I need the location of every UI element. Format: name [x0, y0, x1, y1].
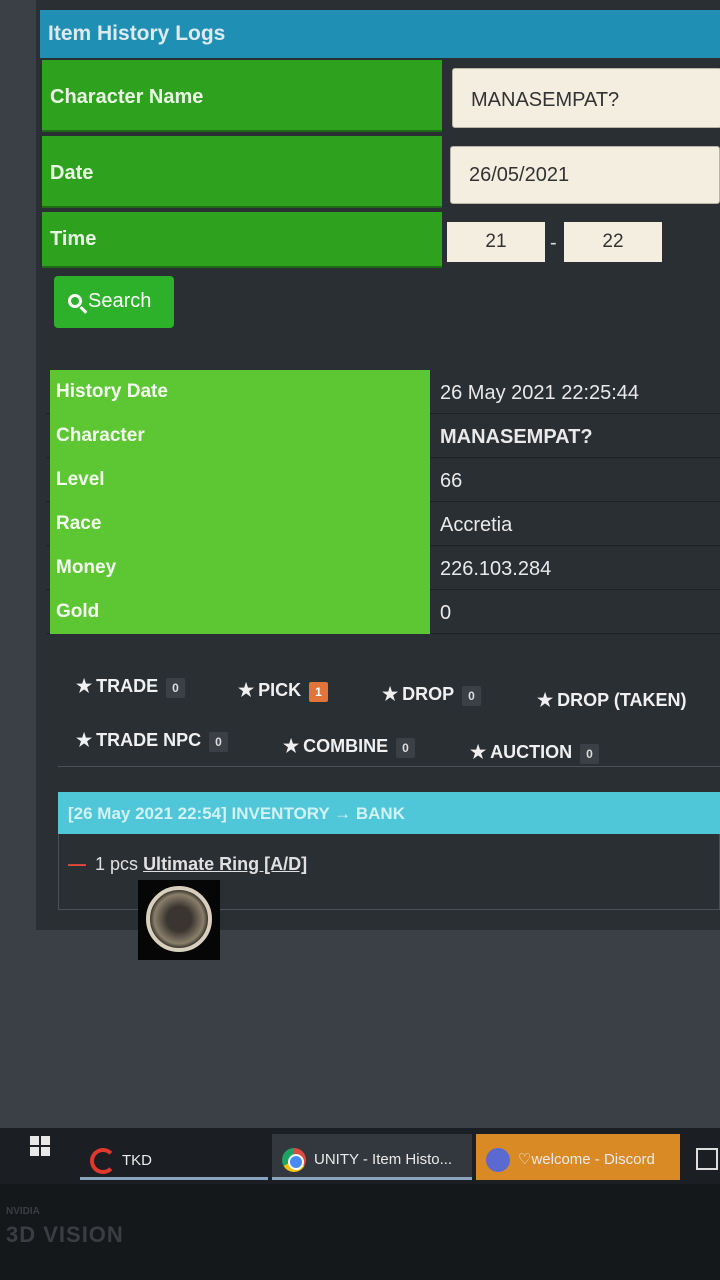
log-item-line: — 1 pcs Ultimate Ring [A/D]: [68, 854, 307, 875]
tab-auction[interactable]: ★ AUCTION 0: [470, 742, 599, 764]
star-icon: ★: [238, 680, 255, 700]
info-row-level: Level 66: [46, 458, 720, 502]
discord-icon: [486, 1148, 510, 1172]
tab-count-badge: 1: [309, 682, 328, 702]
info-label: Money: [50, 546, 430, 590]
taskbar-item-extra[interactable]: [686, 1134, 720, 1180]
log-entry-header: [26 May 2021 22:54] INVENTORY → BANK: [58, 792, 720, 834]
tab-combine[interactable]: ★ COMBINE 0: [283, 736, 415, 758]
tab-count-badge: 0: [580, 744, 599, 764]
info-row-history-date: History Date 26 May 2021 22:25:44: [46, 370, 720, 414]
tab-label: COMBINE: [303, 736, 389, 756]
page-title: Item History Logs: [40, 10, 720, 58]
taskbar-item-chrome[interactable]: UNITY - Item Histo...: [272, 1134, 472, 1180]
info-label: Character: [50, 414, 430, 458]
star-icon: ★: [382, 684, 399, 704]
taskbar-item-label: ♡welcome - Discord: [518, 1150, 655, 1168]
search-icon: [68, 294, 82, 308]
tab-label: AUCTION: [490, 742, 573, 762]
info-value: 0: [440, 602, 452, 624]
info-label: Gold: [50, 590, 430, 634]
info-row-character: Character MANASEMPAT?: [46, 414, 720, 458]
character-name-input[interactable]: MANASEMPAT?: [452, 68, 720, 128]
character-name-label: Character Name: [42, 60, 442, 132]
nvidia-logo: NVIDIA: [6, 1206, 40, 1217]
divider: [58, 766, 720, 767]
tab-drop-taken[interactable]: ★ DROP (TAKEN): [537, 690, 686, 711]
star-icon: ★: [76, 676, 93, 696]
taskbar-item-tkd[interactable]: TKD: [80, 1134, 268, 1180]
star-icon: ★: [537, 690, 554, 710]
info-value: 26 May 2021 22:25:44: [440, 382, 640, 404]
3d-vision-logo: 3D VISION: [6, 1222, 124, 1247]
info-table: History Date 26 May 2021 22:25:44 Charac…: [46, 370, 720, 634]
info-row-gold: Gold 0: [46, 590, 720, 634]
tab-label: PICK: [258, 680, 302, 700]
info-label: Race: [50, 502, 430, 546]
taskbar-item-discord[interactable]: ♡welcome - Discord: [476, 1134, 680, 1180]
chrome-icon: [282, 1148, 306, 1172]
ring-item-icon: [138, 880, 220, 960]
tab-count-badge: 0: [209, 732, 228, 752]
ring-image: [146, 886, 212, 952]
info-value: Accretia: [440, 514, 513, 536]
taskbar-item-label: TKD: [122, 1151, 152, 1169]
info-row-race: Race Accretia: [46, 502, 720, 546]
star-icon: ★: [76, 730, 93, 750]
tab-label: DROP: [402, 684, 455, 704]
info-value: 66: [440, 470, 463, 492]
time-from-input[interactable]: 21: [447, 222, 545, 262]
minus-icon: —: [68, 854, 86, 874]
date-label: Date: [42, 136, 442, 208]
tab-count-badge: 0: [462, 686, 481, 706]
time-separator: -: [550, 232, 557, 254]
tab-trade[interactable]: ★ TRADE 0: [76, 676, 185, 698]
search-button-label: Search: [88, 290, 152, 312]
search-button[interactable]: Search: [54, 276, 174, 328]
info-value: MANASEMPAT?: [440, 426, 593, 448]
info-value: 226.103.284: [440, 558, 552, 580]
app-icon: [696, 1148, 718, 1170]
info-row-money: Money 226.103.284: [46, 546, 720, 590]
tab-count-badge: 0: [166, 678, 185, 698]
tab-pick[interactable]: ★ PICK 1: [238, 680, 328, 702]
info-label: Level: [50, 458, 430, 502]
info-label: History Date: [50, 370, 430, 414]
star-icon: ★: [470, 742, 487, 762]
taskbar-item-label: UNITY - Item Histo...: [314, 1150, 453, 1168]
star-icon: ★: [283, 736, 300, 756]
tkd-icon: [90, 1148, 116, 1174]
tab-label: TRADE: [96, 676, 159, 696]
time-to-input[interactable]: 22: [564, 222, 662, 262]
tab-trade-npc[interactable]: ★ TRADE NPC 0: [76, 730, 228, 752]
windows-start-icon[interactable]: [30, 1136, 50, 1156]
date-input[interactable]: 26/05/2021: [450, 146, 720, 204]
time-label: Time: [42, 212, 442, 268]
tab-count-badge: 0: [396, 738, 415, 758]
item-link[interactable]: Ultimate Ring [A/D]: [143, 854, 307, 874]
item-quantity: 1 pcs: [95, 854, 139, 874]
tab-label: TRADE NPC: [96, 730, 202, 750]
tab-drop[interactable]: ★ DROP 0: [382, 684, 481, 706]
tab-label: DROP (TAKEN): [557, 690, 687, 710]
